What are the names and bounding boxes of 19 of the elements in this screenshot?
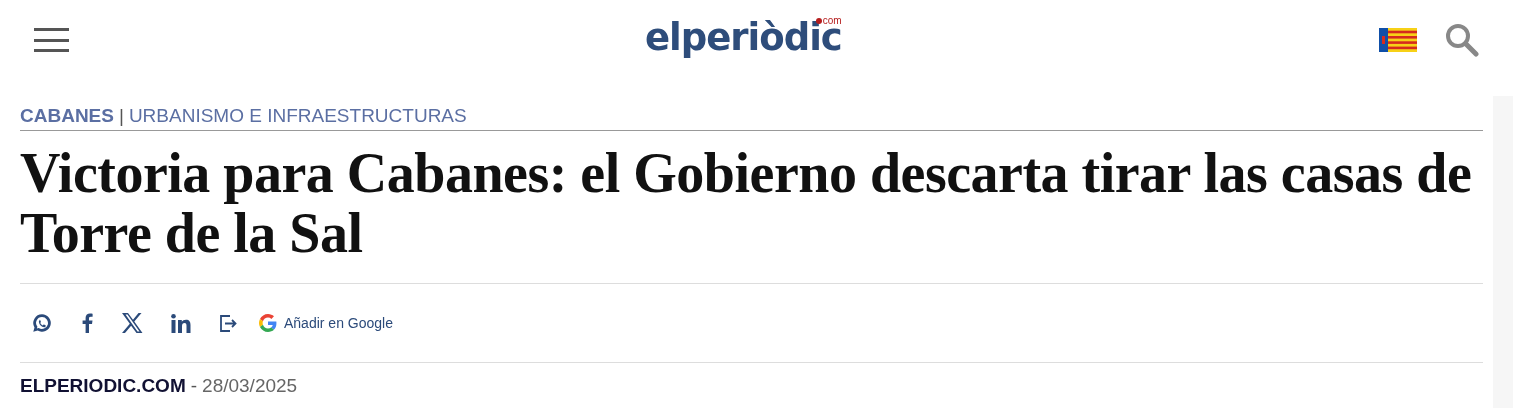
x-icon[interactable] (121, 313, 143, 333)
topic-link[interactable]: URBANISMO E INFRAESTRUCTURAS (128, 105, 467, 127)
byline-separator: - (190, 375, 198, 397)
whatsapp-icon[interactable] (31, 312, 53, 334)
menu-icon[interactable] (34, 28, 69, 52)
share-icon[interactable] (219, 314, 237, 332)
publish-date: 28/03/2025 (202, 375, 298, 397)
headline: Victoria para Cabanes: el Gobierno descarta tirar las casas de Torre de la Sal (20, 143, 1483, 284)
breadcrumb-separator: | (118, 105, 124, 127)
linkedin-icon[interactable] (171, 313, 191, 333)
author-name: ELPERIODIC.COM (20, 375, 186, 397)
google-icon (259, 314, 277, 332)
section-link[interactable]: CABANES (20, 105, 114, 127)
flag-icon[interactable] (1379, 28, 1417, 52)
search-icon[interactable] (1445, 23, 1479, 57)
facebook-icon[interactable] (81, 313, 93, 333)
site-logo[interactable]: elperiòdiccom (645, 8, 846, 68)
add-google-link[interactable]: Añadir en Google (259, 314, 393, 332)
google-label: Añadir en Google (284, 315, 393, 331)
